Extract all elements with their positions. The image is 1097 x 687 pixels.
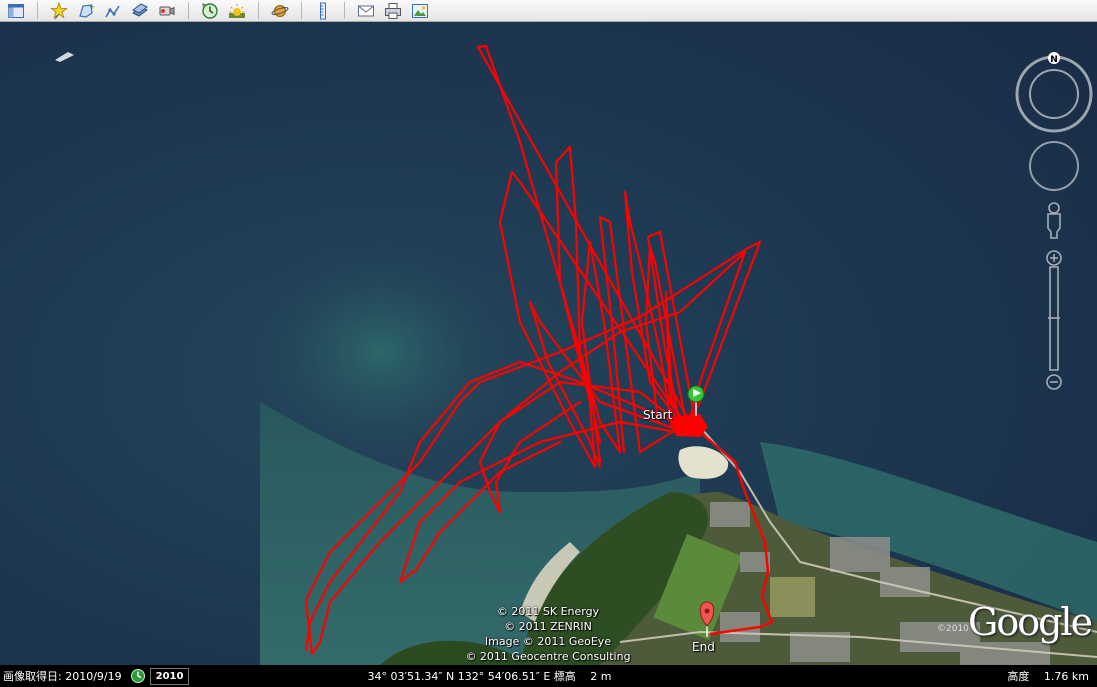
ruler-button[interactable] <box>311 1 335 20</box>
pegman-icon[interactable] <box>1047 202 1061 239</box>
toolbar-separator <box>37 2 38 19</box>
google-earth-window: + Start End © 2011 SK Energy © 2011 ZENR… <box>0 0 1097 687</box>
save-image-icon <box>412 3 428 18</box>
switch-planet-button[interactable] <box>268 1 292 20</box>
move-joystick[interactable] <box>1029 141 1079 191</box>
envelope-icon <box>358 5 374 16</box>
email-button[interactable] <box>354 1 378 20</box>
nav-controls-graphic: N <box>1015 52 1093 390</box>
sidebar-toggle-button[interactable] <box>4 1 28 20</box>
eye-altitude: 高度 1.76 km <box>1007 670 1089 683</box>
add-polygon-button[interactable]: + <box>74 1 98 20</box>
compass-ring[interactable] <box>1015 55 1093 133</box>
toolbar-separator <box>344 2 345 19</box>
toolbar-separator <box>258 2 259 19</box>
copyright-line: © 2011 Geocentre Consulting <box>465 650 631 663</box>
logo-year: ©2010 <box>937 624 969 634</box>
end-label: End <box>692 640 715 654</box>
clock-icon[interactable] <box>130 668 146 684</box>
historical-year-badge[interactable]: 2010 <box>149 667 190 685</box>
record-tour-icon <box>159 6 175 15</box>
sun-icon <box>229 3 245 18</box>
pushpin-star-icon <box>50 1 68 19</box>
add-image-overlay-button[interactable] <box>128 1 152 20</box>
save-image-button[interactable] <box>408 1 432 20</box>
status-bar: 画像取得日: 2010/9/19 2010 34° 03′51.34″ N 13… <box>0 665 1097 687</box>
record-tour-button[interactable] <box>155 1 179 20</box>
copyright-line: © 2011 SK Energy <box>496 605 600 618</box>
clock-icon <box>202 2 218 19</box>
copyright-notices: © 2011 SK Energy © 2011 ZENRIN Image © 2… <box>452 604 644 664</box>
copyright-line: © 2011 ZENRIN <box>504 620 592 633</box>
toolbar-separator <box>301 2 302 19</box>
printer-icon <box>385 2 401 19</box>
pointer-coordinates: 34° 03′51.34″ N 132° 54′06.51″ E 標高 2 m <box>367 670 612 683</box>
toolbar: + <box>0 0 1097 22</box>
imagery-date: 画像取得日: 2010/9/19 <box>3 670 122 683</box>
start-label: Start <box>643 408 673 422</box>
north-label: N <box>1050 55 1058 65</box>
path-icon <box>105 5 120 17</box>
google-logo: Google <box>968 600 1093 644</box>
zoom-slider[interactable] <box>1046 250 1062 390</box>
map-viewport[interactable]: Start End © 2011 SK Energy © 2011 ZENRIN… <box>0 22 1097 665</box>
satellite-imagery <box>0 22 1097 665</box>
toolbar-separator <box>188 2 189 19</box>
historical-imagery-button[interactable] <box>198 1 222 20</box>
add-path-button[interactable] <box>101 1 125 20</box>
polygon-icon: + <box>79 3 95 18</box>
navigation-controls: N <box>1012 52 1097 397</box>
ruler-icon <box>320 2 326 19</box>
svg-text:+: + <box>89 3 95 11</box>
image-overlay-icon <box>132 2 148 17</box>
planet-icon <box>271 4 289 17</box>
farm-field <box>770 577 815 617</box>
print-button[interactable] <box>381 1 405 20</box>
add-placemark-button[interactable] <box>47 1 71 20</box>
copyright-line: Image © 2011 GeoEye <box>484 635 612 648</box>
sidebar-icon <box>8 3 24 18</box>
sunlight-button[interactable] <box>225 1 249 20</box>
